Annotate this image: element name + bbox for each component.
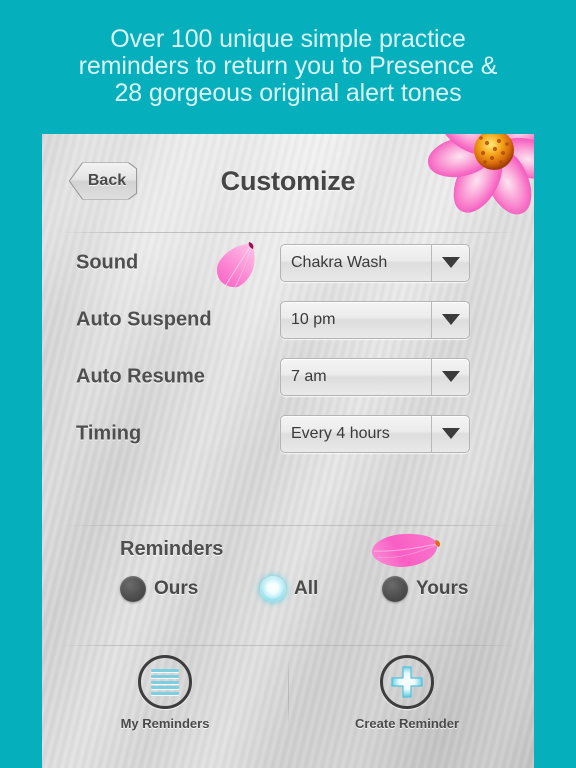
- chevron-down-icon: [431, 358, 469, 395]
- form-row-sound: Sound Chakra Wash: [42, 234, 534, 291]
- navigation-bar: Back Customize: [42, 134, 534, 234]
- promo-line-3: 28 gorgeous original alert tones: [114, 79, 462, 107]
- form-label-sound: Sound: [76, 251, 139, 273]
- pink-petal-icon: [371, 533, 440, 567]
- form-label-auto-resume: Auto Resume: [76, 365, 205, 387]
- form-label-timing: Timing: [76, 422, 142, 444]
- dropdown-timing-value: Every 4 hours: [291, 424, 390, 442]
- radio-label-ours: Ours: [154, 578, 199, 599]
- promo-caption: Over 100 unique simple practice reminder…: [0, 26, 576, 107]
- radio-indicator-on-icon: [260, 576, 286, 602]
- form-row-auto-resume: Auto Resume 7 am: [42, 348, 534, 405]
- dropdown-sound-value: Chakra Wash: [291, 253, 388, 271]
- navbar-divider: [60, 232, 516, 233]
- toolbar-vertical-separator: [288, 659, 289, 725]
- radio-label-all: All: [294, 578, 319, 599]
- reminders-section-title: Reminders: [120, 538, 224, 560]
- pink-petal-icon: [216, 242, 255, 288]
- toolbar-divider: [60, 645, 516, 646]
- my-reminders-label: My Reminders: [120, 716, 210, 731]
- dropdown-auto-suspend-value: 10 pm: [291, 310, 336, 328]
- page-title: Customize: [220, 166, 356, 196]
- dropdown-auto-suspend[interactable]: 10 pm: [280, 300, 470, 339]
- chevron-down-icon: [431, 301, 469, 338]
- promo-line-2: reminders to return you to Presence &: [78, 52, 498, 80]
- radio-option-ours[interactable]: Ours: [120, 576, 198, 602]
- dropdown-timing[interactable]: Every 4 hours: [280, 414, 470, 453]
- dropdown-auto-resume-value: 7 am: [291, 367, 327, 385]
- reminders-section-divider: [64, 525, 512, 526]
- dropdown-sound[interactable]: Chakra Wash: [280, 243, 470, 282]
- form-row-auto-suspend: Auto Suspend 10 pm: [42, 291, 534, 348]
- reminders-radio-group: Ours All Yours: [120, 576, 480, 610]
- radio-label-yours: Yours: [416, 578, 469, 599]
- dropdown-auto-resume[interactable]: 7 am: [280, 357, 470, 396]
- form-row-timing: Timing Every 4 hours: [42, 405, 534, 462]
- chevron-down-icon: [431, 244, 469, 281]
- my-reminders-button[interactable]: My Reminders: [90, 655, 240, 731]
- form-label-auto-suspend: Auto Suspend: [76, 308, 212, 330]
- settings-form: Sound Chakra Wash Auto Suspend 10 pm Aut…: [42, 234, 534, 462]
- create-reminder-button[interactable]: Create Reminder: [332, 655, 482, 731]
- promo-line-1: Over 100 unique simple practice: [110, 25, 466, 53]
- radio-option-all[interactable]: All: [260, 576, 318, 602]
- app-screen-panel: Back Customize Sound Chakra Wash Auto Su…: [42, 134, 534, 768]
- plus-icon: [380, 655, 434, 709]
- list-icon: [138, 655, 192, 709]
- radio-option-yours[interactable]: Yours: [382, 576, 468, 602]
- radio-indicator-off-icon: [382, 576, 408, 602]
- radio-indicator-off-icon: [120, 576, 146, 602]
- create-reminder-label: Create Reminder: [354, 716, 460, 731]
- chevron-down-icon: [431, 415, 469, 452]
